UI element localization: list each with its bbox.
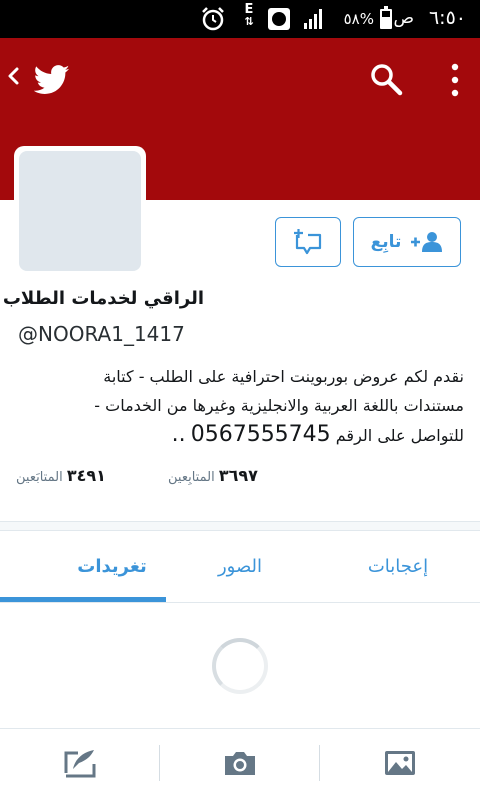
direct-message-button[interactable]	[275, 217, 341, 267]
battery-icon	[380, 6, 392, 29]
following-label: المتابَعين	[16, 470, 63, 485]
bio-line: مستندات باللغة العربية والانجليزية وغيره…	[94, 396, 464, 415]
clock: ٦:٥٠	[428, 7, 466, 29]
compose-icon	[64, 750, 96, 778]
bio-line-text: للتواصل على الرقم	[335, 426, 464, 445]
compose-button[interactable]	[58, 741, 102, 785]
profile-bio: نقدم لكم عروض بوربوينت احترافية على الطل…	[10, 362, 464, 450]
signal-icon	[304, 9, 322, 29]
gallery-icon	[385, 751, 415, 775]
gallery-button[interactable]	[378, 741, 422, 785]
avatar[interactable]	[14, 146, 146, 276]
network-type-icon: E ⇅	[244, 2, 254, 28]
camera-button[interactable]	[218, 741, 262, 785]
section-divider	[0, 521, 480, 531]
search-icon[interactable]	[369, 62, 403, 96]
globe-icon	[268, 8, 290, 30]
alarm-icon	[202, 7, 224, 31]
more-vertical-icon[interactable]	[440, 62, 470, 98]
bio-ellipsis: ..	[171, 422, 186, 447]
bio-line: نقدم لكم عروض بوربوينت احترافية على الطل…	[103, 367, 464, 386]
following-stat[interactable]: ٣٤٩١ المتابَعين	[16, 466, 106, 485]
time-period: ص	[393, 8, 414, 28]
bio-phone-number: 0567555745	[190, 422, 331, 447]
following-count: ٣٤٩١	[66, 466, 106, 485]
bottom-compose-bar	[0, 728, 480, 800]
twitter-bird-icon	[34, 65, 70, 94]
add-user-icon	[411, 232, 443, 252]
follow-button-label: تابِع	[370, 232, 402, 252]
active-tab-indicator	[0, 597, 166, 602]
followers-label: المتابِعين	[168, 470, 215, 485]
bio-line: للتواصل على الرقم 0567555745 ..	[10, 420, 464, 450]
followers-count: ٣٦٩٧	[218, 466, 258, 485]
back-icon[interactable]	[6, 64, 20, 88]
followers-stat[interactable]: ٣٦٩٧ المتابِعين	[168, 466, 258, 485]
profile-name: الراقي لخدمات الطلاب	[2, 288, 204, 309]
battery-percent: ٥٨%	[343, 10, 374, 28]
toolbar-divider	[159, 745, 160, 781]
tab-likes[interactable]: إعجابات	[318, 531, 478, 601]
loading-spinner-icon	[212, 638, 268, 694]
status-bar: E ⇅ ٥٨% ص ٦:٥٠	[0, 0, 480, 38]
message-add-icon	[294, 229, 322, 255]
follow-button[interactable]: تابِع	[353, 217, 461, 267]
profile-handle: @NOORA1_1417	[18, 322, 185, 346]
camera-icon	[225, 752, 255, 775]
tab-photos[interactable]: الصور	[160, 531, 320, 601]
default-avatar-placeholder	[19, 151, 141, 271]
toolbar-divider	[319, 745, 320, 781]
profile-tabs: تغريدات الصور إعجابات	[0, 531, 480, 603]
